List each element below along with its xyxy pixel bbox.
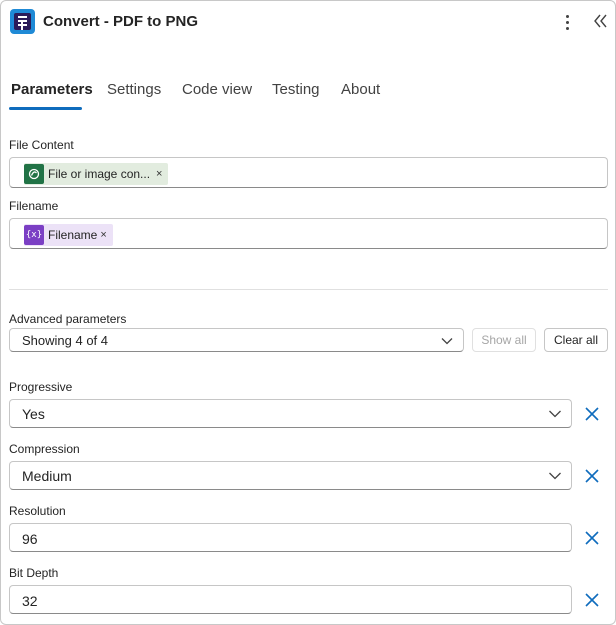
action-panel: Convert - PDF to PNG Parameters Settings…: [0, 0, 616, 625]
remove-bit-depth-button[interactable]: [583, 591, 601, 609]
app-logo-icon: [10, 9, 35, 34]
filename-label: Filename: [9, 199, 59, 213]
remove-progressive-button[interactable]: [583, 405, 601, 423]
chevron-down-icon: [549, 472, 561, 480]
compression-label: Compression: [9, 442, 80, 456]
variable-icon: {x}: [24, 225, 44, 245]
compression-dropdown[interactable]: Medium: [9, 461, 572, 490]
tab-about[interactable]: About: [341, 81, 380, 98]
advanced-parameters-label: Advanced parameters: [9, 312, 127, 326]
active-tab-indicator: [9, 107, 82, 110]
collapse-panel-button[interactable]: [591, 10, 611, 32]
resolution-value: 96: [22, 531, 38, 547]
show-all-button[interactable]: Show all: [472, 328, 536, 352]
filename-token[interactable]: {x} Filename ×: [24, 224, 113, 246]
more-vertical-icon: [565, 14, 569, 18]
double-chevron-left-icon: [594, 14, 607, 28]
tab-bar: Parameters Settings Code view Testing Ab…: [1, 77, 615, 111]
remove-resolution-button[interactable]: [583, 529, 601, 547]
filename-token-label: Filename: [48, 228, 98, 242]
resolution-input[interactable]: 96: [9, 523, 572, 552]
remove-token-button[interactable]: ×: [156, 168, 168, 180]
progressive-label: Progressive: [9, 380, 73, 394]
section-divider: [9, 289, 608, 290]
advanced-parameters-value: Showing 4 of 4: [22, 333, 109, 348]
remove-compression-button[interactable]: [583, 467, 601, 485]
panel-title: Convert - PDF to PNG: [43, 13, 199, 30]
file-content-field[interactable]: File or image con... ×: [9, 157, 608, 188]
tab-code-view[interactable]: Code view: [182, 81, 252, 98]
panel-header: Convert - PDF to PNG: [1, 1, 615, 45]
filename-field[interactable]: {x} Filename ×: [9, 218, 608, 249]
tab-testing[interactable]: Testing: [272, 81, 320, 98]
compression-value: Medium: [22, 468, 72, 484]
chevron-down-icon: [441, 338, 453, 345]
file-content-token-label: File or image con...: [48, 167, 151, 181]
advanced-parameters-dropdown[interactable]: Showing 4 of 4: [9, 328, 464, 352]
progressive-dropdown[interactable]: Yes: [9, 399, 572, 428]
file-content-label: File Content: [9, 138, 74, 152]
bit-depth-input[interactable]: 32: [9, 585, 572, 614]
sharepoint-icon: [24, 164, 44, 184]
progressive-value: Yes: [22, 406, 45, 422]
remove-token-button[interactable]: ×: [100, 229, 112, 241]
more-options-button[interactable]: [557, 11, 577, 33]
tab-parameters[interactable]: Parameters: [11, 81, 93, 98]
bit-depth-label: Bit Depth: [9, 566, 59, 580]
bit-depth-value: 32: [22, 593, 38, 609]
chevron-down-icon: [549, 410, 561, 418]
clear-all-button[interactable]: Clear all: [544, 328, 608, 352]
tab-settings[interactable]: Settings: [107, 81, 161, 98]
resolution-label: Resolution: [9, 504, 66, 518]
file-content-token[interactable]: File or image con... ×: [24, 163, 169, 185]
